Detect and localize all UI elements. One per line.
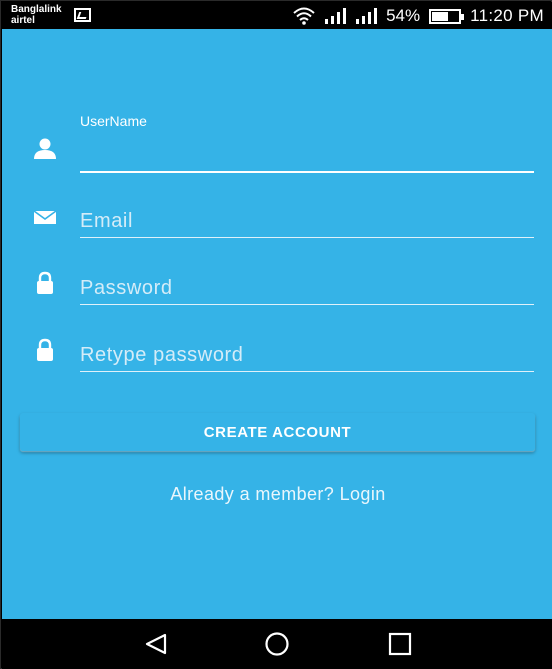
username-field: UserName bbox=[80, 113, 534, 177]
carrier-1: Banglalink bbox=[11, 4, 62, 15]
clock: 11:20 PM bbox=[470, 6, 544, 25]
carrier-names: Banglalink airtel bbox=[11, 4, 62, 26]
back-icon[interactable] bbox=[143, 631, 169, 657]
person-icon bbox=[34, 138, 56, 159]
carrier-2: airtel bbox=[11, 15, 35, 26]
email-underline bbox=[80, 237, 534, 238]
retype-password-field bbox=[80, 331, 534, 375]
battery-icon bbox=[429, 8, 465, 24]
password-input[interactable] bbox=[80, 273, 534, 303]
username-input[interactable] bbox=[80, 137, 534, 167]
create-account-button[interactable]: CREATE ACCOUNT bbox=[20, 413, 535, 451]
envelope-icon bbox=[33, 210, 57, 224]
retype-password-underline bbox=[80, 371, 534, 372]
phone-frame: Banglalink airtel 54% 11:20 PM UserName … bbox=[0, 0, 552, 669]
signal-icon bbox=[325, 8, 347, 24]
retype-password-row bbox=[2, 331, 552, 375]
retype-password-input[interactable] bbox=[80, 340, 534, 370]
battery-percent: 54% bbox=[386, 6, 421, 25]
wifi-icon bbox=[293, 7, 315, 25]
recents-icon[interactable] bbox=[387, 631, 413, 657]
login-link[interactable]: Already a member? Login bbox=[2, 484, 552, 505]
username-row: UserName bbox=[2, 113, 552, 177]
signal-icon bbox=[356, 8, 378, 24]
email-input[interactable] bbox=[80, 206, 534, 236]
lock-icon bbox=[37, 338, 53, 361]
navigation-bar bbox=[2, 619, 552, 669]
signup-screen: UserName Email CREATE ACCOUNT Already a … bbox=[2, 29, 552, 619]
lock-icon bbox=[37, 271, 53, 294]
password-field bbox=[80, 264, 534, 308]
email-row bbox=[2, 197, 552, 241]
username-underline bbox=[80, 171, 534, 173]
email-field bbox=[80, 197, 534, 241]
password-row bbox=[2, 264, 552, 308]
home-icon[interactable] bbox=[264, 631, 290, 657]
image-notification-icon bbox=[74, 8, 91, 22]
username-label: UserName bbox=[80, 113, 147, 129]
password-underline bbox=[80, 304, 534, 305]
status-bar: Banglalink airtel 54% 11:20 PM bbox=[2, 2, 552, 29]
status-icons: 54% 11:20 PM bbox=[293, 6, 544, 26]
